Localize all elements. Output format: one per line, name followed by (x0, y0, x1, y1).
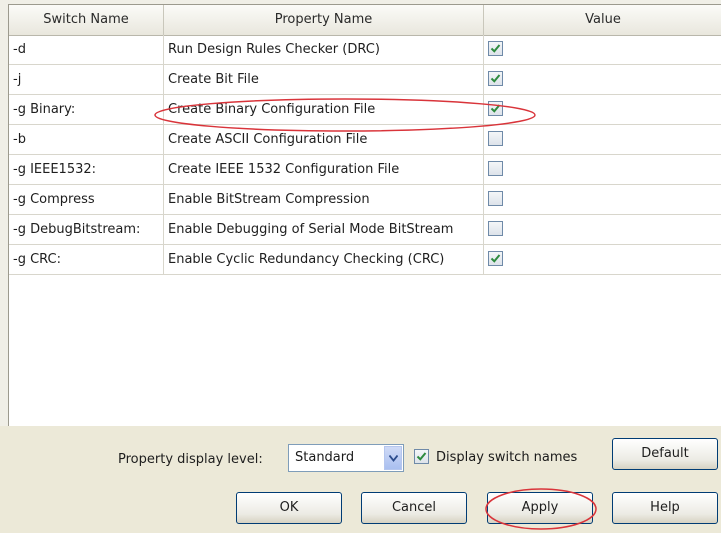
property-name-cell: Enable BitStream Compression (164, 185, 484, 214)
value-cell (484, 245, 721, 274)
display-switch-names-checkbox[interactable] (414, 449, 429, 464)
property-name-cell: Create Bit File (164, 65, 484, 94)
switch-name-cell: -j (9, 65, 164, 94)
table-row[interactable]: -b Create ASCII Configuration File (9, 125, 721, 155)
cancel-button[interactable]: Cancel (361, 492, 467, 524)
property-name-cell: Create ASCII Configuration File (164, 125, 484, 154)
value-checkbox[interactable] (488, 41, 503, 56)
property-name-cell: Create Binary Configuration File (164, 95, 484, 124)
bottom-bar: Property display level: Standard Display… (0, 426, 721, 533)
properties-grid: Switch Name Property Name Value -d Run De… (8, 4, 721, 427)
checkmark-icon (490, 254, 501, 263)
grid-empty-area (9, 275, 721, 427)
value-cell (484, 35, 721, 64)
table-row[interactable]: -g DebugBitstream: Enable Debugging of Se… (9, 215, 721, 245)
value-cell (484, 155, 721, 184)
switch-name-cell: -d (9, 35, 164, 64)
switch-name-cell: -g Compress (9, 185, 164, 214)
process-properties-window: Switch Name Property Name Value -d Run De… (0, 0, 721, 533)
checkmark-icon (490, 74, 501, 83)
display-level-label: Property display level: (118, 452, 263, 467)
checkmark-icon (490, 44, 501, 53)
ok-button[interactable]: OK (236, 492, 342, 524)
value-checkbox[interactable] (488, 251, 503, 266)
table-row[interactable]: -g CRC: Enable Cyclic Redundancy Checking… (9, 245, 721, 275)
value-cell (484, 125, 721, 154)
value-checkbox[interactable] (488, 101, 503, 116)
default-button[interactable]: Default (612, 438, 718, 470)
grid-header: Switch Name Property Name Value (9, 5, 721, 36)
value-checkbox[interactable] (488, 161, 503, 176)
table-row[interactable]: -g IEEE1532: Create IEEE 1532 Configurati… (9, 155, 721, 185)
switch-name-cell: -g CRC: (9, 245, 164, 274)
switch-name-cell: -g Binary: (9, 95, 164, 124)
table-row[interactable]: -d Run Design Rules Checker (DRC) (9, 35, 721, 65)
property-name-cell: Create IEEE 1532 Configuration File (164, 155, 484, 184)
header-switch-name[interactable]: Switch Name (9, 5, 164, 35)
value-cell (484, 95, 721, 124)
value-cell (484, 65, 721, 94)
table-row[interactable]: -g Compress Enable BitStream Compression (9, 185, 721, 215)
display-switch-names-label: Display switch names (436, 450, 578, 465)
table-row[interactable]: -j Create Bit File (9, 65, 721, 95)
switch-name-cell: -b (9, 125, 164, 154)
display-level-select[interactable]: Standard (288, 444, 404, 472)
switch-name-cell: -g IEEE1532: (9, 155, 164, 184)
value-checkbox[interactable] (488, 221, 503, 236)
value-checkbox[interactable] (488, 131, 503, 146)
property-name-cell: Run Design Rules Checker (DRC) (164, 35, 484, 64)
display-level-value: Standard (295, 450, 355, 465)
help-button[interactable]: Help (612, 492, 718, 524)
header-property-name[interactable]: Property Name (164, 5, 484, 35)
value-cell (484, 215, 721, 244)
property-name-cell: Enable Debugging of Serial Mode BitStrea… (164, 215, 484, 244)
value-checkbox[interactable] (488, 71, 503, 86)
apply-button[interactable]: Apply (487, 492, 593, 524)
table-row[interactable]: -g Binary: Create Binary Configuration Fi… (9, 95, 721, 125)
switch-name-cell: -g DebugBitstream: (9, 215, 164, 244)
value-cell (484, 185, 721, 214)
checkmark-icon (490, 104, 501, 113)
property-name-cell: Enable Cyclic Redundancy Checking (CRC) (164, 245, 484, 274)
value-checkbox[interactable] (488, 191, 503, 206)
header-value[interactable]: Value (484, 5, 721, 35)
dropdown-arrow-icon[interactable] (384, 446, 402, 470)
